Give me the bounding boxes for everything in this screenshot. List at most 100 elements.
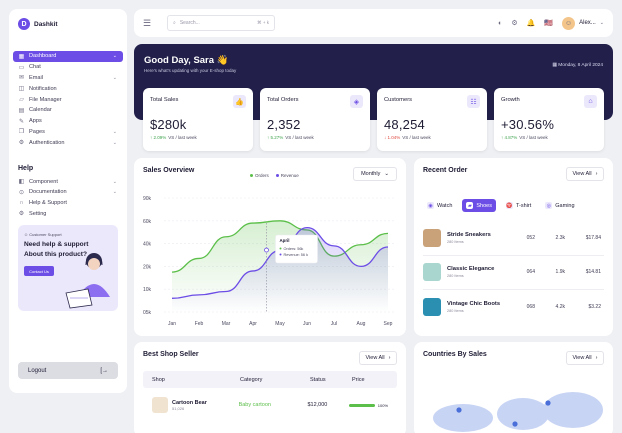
settings-icon[interactable]: ⚙ xyxy=(511,19,517,27)
recent-order-view-all-button[interactable]: View All › xyxy=(566,167,604,181)
pages-icon: ❐ xyxy=(18,129,25,136)
chevron-down-icon: ⌄ xyxy=(112,74,117,81)
tab-label: Watch xyxy=(437,202,453,209)
tooltip-marker xyxy=(264,247,269,253)
best-seller-view-all-button[interactable]: View All › xyxy=(359,351,397,365)
chevron-right-icon: › xyxy=(595,355,598,361)
shop-sub: 51,026 xyxy=(172,405,185,411)
order-c1: 064 xyxy=(526,269,535,276)
language-flag-icon[interactable]: 🇺🇸 xyxy=(544,19,553,27)
support-illustration xyxy=(65,253,110,309)
col-category: Category xyxy=(240,376,263,383)
greeting-subtitle: Here's what's updating with your E-shop … xyxy=(144,68,237,73)
order-c3: $17.84 xyxy=(585,234,601,241)
product-name: Vintage Chic Boots xyxy=(447,301,501,308)
order-c2: 2.3k xyxy=(555,234,565,241)
headset-icon: ∩ xyxy=(19,200,24,207)
brand-logo-icon: D xyxy=(18,18,30,30)
col-price: Price xyxy=(352,376,365,383)
order-list: Stride Sneakers 280 Items 052 2.3k $17.84 Cla… xyxy=(423,221,604,325)
y-tick-label: 05k xyxy=(143,310,152,316)
support-card: ☺ Customer Support Need help & support A… xyxy=(18,225,118,312)
tab-gaming[interactable]: ◎ Gaming xyxy=(541,199,578,212)
stat-card-growth[interactable]: Growth ⌂ +30.56% ↑ 4.87% VS / last week xyxy=(494,88,604,151)
search-input[interactable]: ⌕ Search... ⌘ + k xyxy=(167,15,275,31)
y-tick-label: 10k xyxy=(143,287,152,293)
sidebar-item-chat[interactable]: ▭ Chat xyxy=(9,62,127,73)
tooltip-dot xyxy=(279,247,282,250)
menu-icon[interactable]: ☰ xyxy=(143,18,163,29)
sales-overview-card: Sales Overview Orders Revenue Monthly ⌄ 9… xyxy=(134,158,406,336)
logout-button[interactable]: Logout [→ xyxy=(18,362,118,379)
chevron-down-icon: ⌄ xyxy=(112,189,117,196)
sidebar-item-authentication[interactable]: ⚙ Authentication ⌄ xyxy=(9,137,127,148)
sidebar-item-apps[interactable]: ✎ Apps xyxy=(9,116,127,127)
logout-label: Logout xyxy=(28,367,47,374)
stat-delta-value: 2.09% xyxy=(153,135,167,140)
view-all-label: View All xyxy=(365,355,385,361)
chat-icon: ▭ xyxy=(18,64,25,71)
sidebar-item-pages[interactable]: ❐ Pages ⌄ xyxy=(9,127,127,138)
map-pin-icon[interactable] xyxy=(512,421,518,427)
theme-toggle-icon[interactable]: ◐ xyxy=(498,20,502,27)
countries-view-all-button[interactable]: View All › xyxy=(566,351,604,365)
sidebar-item-label: Chat xyxy=(29,64,41,71)
table-row[interactable]: Cartoon Bear 51,026 Baby cartoon $12,000 100… xyxy=(143,388,397,422)
stat-card-total-orders[interactable]: Total Orders ◈ 2,352 ↑ 5.27% VS / last week xyxy=(260,88,370,151)
sidebar-item-documentation[interactable]: ⊙ Documentation ⌄ xyxy=(9,187,127,198)
contact-us-button[interactable]: Contact Us xyxy=(24,266,54,277)
sidebar-item-email[interactable]: ✉ Email ⌄ xyxy=(9,73,127,84)
y-tick-label: 60k xyxy=(143,219,152,225)
x-tick-label: Jul xyxy=(331,321,337,327)
product-thumbnail xyxy=(423,228,441,247)
list-item[interactable]: Stride Sneakers 280 Items 052 2.3k $17.84 xyxy=(423,221,604,256)
tab-label: T-shirt xyxy=(516,202,532,209)
sidebar-item-label: Documentation xyxy=(29,189,67,196)
order-c2: 1.9k xyxy=(555,269,565,276)
list-item[interactable]: Classic Elegance 280 Items 064 1.9k $14.81 xyxy=(423,256,604,290)
shop-status: $12,000 xyxy=(307,402,328,408)
sidebar-item-label: Apps xyxy=(29,118,42,125)
sidebar-item-file-manager[interactable]: ▱ File Manager xyxy=(9,94,127,105)
product-thumbnail xyxy=(423,263,441,282)
chevron-down-icon: ⌄ xyxy=(112,128,117,135)
calendar-icon: ▦ xyxy=(552,63,557,68)
list-item[interactable]: Vintage Chic Boots 280 Items 068 4.2k $3.22 xyxy=(423,290,604,325)
sidebar-item-notification[interactable]: ◫ Notification xyxy=(9,83,127,94)
tab-watch[interactable]: ◉ Watch xyxy=(423,199,456,212)
support-tag-text: Customer Support xyxy=(29,232,62,238)
tab-shoes[interactable]: ▰ Shoes xyxy=(462,199,496,212)
sidebar-item-setting[interactable]: ⚙ Setting xyxy=(9,209,127,220)
stat-label: Total Orders xyxy=(267,97,299,103)
sidebar-item-label: Setting xyxy=(29,210,47,217)
sidebar-item-help-support[interactable]: ∩ Help & Support xyxy=(9,198,127,209)
user-menu[interactable]: ☺ Alex... ⌄ xyxy=(562,16,604,30)
stat-label: Growth xyxy=(501,97,520,103)
sidebar-item-label: Authentication xyxy=(29,139,65,146)
chevron-down-icon: ⌄ xyxy=(112,178,117,185)
notification-icon[interactable]: 🔔 xyxy=(527,19,536,27)
sidebar-item-component[interactable]: ◧ Component ⌄ xyxy=(9,176,127,187)
x-tick-label: May xyxy=(275,321,285,327)
product-items: 280 Items xyxy=(447,274,464,279)
stat-card-customers[interactable]: Customers ☷ 48,254 ↓ 1.04% VS / last week xyxy=(377,88,487,151)
thumbs-up-icon: 👍 xyxy=(233,95,246,108)
sidebar-item-label: Dashboard xyxy=(29,53,57,60)
current-date: ▦ Monday, 8 April 2024 xyxy=(552,63,603,68)
sidebar-item-dashboard[interactable]: ▦ Dashboard ⌄ xyxy=(13,51,123,62)
tab-t-shirt[interactable]: ♈ T-shirt xyxy=(502,199,535,212)
greeting: Good Day, Sara 👋 xyxy=(144,55,229,66)
stat-card-total-sales[interactable]: Total Sales 👍 $280k ↑ 2.09% VS / last week xyxy=(143,88,253,151)
map-pin-icon[interactable] xyxy=(545,400,551,406)
map-pin-icon[interactable] xyxy=(456,407,462,413)
shop-name: Cartoon Bear xyxy=(172,399,207,406)
tooltip-dot xyxy=(279,253,282,256)
sidebar-item-calendar[interactable]: ▤ Calendar xyxy=(9,105,127,116)
tab-label: Gaming xyxy=(555,202,575,209)
brand[interactable]: D Dashkit xyxy=(9,17,127,31)
x-tick-label: Jun xyxy=(303,321,311,327)
current-date-text: Monday, 8 April 2024 xyxy=(558,63,603,68)
doc-icon: ⊙ xyxy=(18,189,25,196)
order-info: Stride Sneakers 280 Items xyxy=(447,232,511,244)
shop-category: Baby cartoon xyxy=(238,402,271,408)
